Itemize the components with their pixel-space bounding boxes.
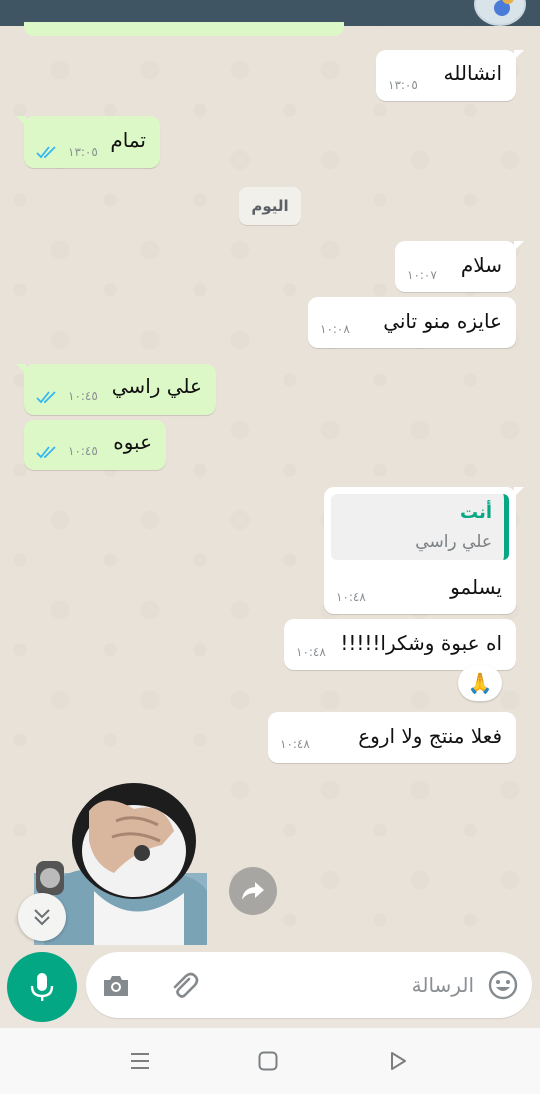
message-time: ١٠:٤٥ [68, 444, 98, 458]
voice-record-button[interactable] [7, 952, 77, 1022]
quote-author: أنت [460, 502, 492, 523]
message-incoming[interactable]: اه عبوة وشكرا!!!!! ١٠:٤٨ [284, 619, 516, 670]
camera-icon [104, 976, 128, 996]
message-time: ١٠:٤٨ [280, 737, 310, 751]
message-incoming[interactable]: فعلا منتج ولا اروع ١٠:٤٨ [268, 712, 516, 763]
home-icon [258, 1051, 278, 1071]
message-time: ١٠:٤٥ [68, 389, 98, 403]
message-time: ١٠:٠٨ [320, 322, 350, 336]
back-button[interactable] [384, 1048, 412, 1074]
message-input[interactable] [274, 966, 474, 1004]
paperclip-icon [173, 972, 199, 998]
message-reaction[interactable]: 🙏 [458, 665, 502, 701]
message-incoming[interactable]: عايزه منو تاني ١٠:٠٨ [308, 297, 516, 348]
message-time: ١٠:٤٨ [296, 645, 326, 659]
message-time: ١٣:٠٥ [388, 78, 418, 92]
scroll-down-button[interactable] [18, 893, 66, 941]
emoji-button[interactable] [486, 968, 520, 1002]
quote-text: علي راسي [415, 532, 492, 552]
home-button[interactable] [254, 1048, 282, 1074]
message-text: سلام [460, 253, 502, 277]
message-text: اه عبوة وشكرا!!!!! [340, 631, 502, 655]
message-time: ١٣:٠٥ [68, 145, 98, 159]
message-text: علي راسي [111, 374, 202, 398]
read-ticks-icon [36, 446, 56, 459]
previous-message-bubble [24, 22, 344, 36]
message-outgoing[interactable]: تمام ١٣:٠٥ [16, 116, 160, 168]
message-incoming[interactable]: انشالله ١٣:٠٥ [376, 50, 524, 101]
attach-button[interactable] [166, 968, 202, 1004]
message-text: عايزه منو تاني [383, 309, 502, 333]
message-composer [86, 952, 532, 1018]
message-time: ١٠:٤٨ [336, 590, 366, 604]
system-navigation-bar [0, 1028, 540, 1094]
read-ticks-icon [36, 146, 56, 159]
message-time: ١٠:٠٧ [407, 268, 437, 282]
message-incoming-reply[interactable]: أنت علي راسي يسلمو ١٠:٤٨ [324, 487, 524, 614]
message-outgoing[interactable]: عبوه ١٠:٤٥ [24, 420, 166, 470]
message-text: تمام [110, 128, 146, 152]
recents-icon [131, 1053, 149, 1069]
recents-button[interactable] [126, 1048, 154, 1074]
quoted-message[interactable]: أنت علي راسي [331, 494, 509, 560]
message-text: عبوه [113, 430, 152, 454]
message-text: انشالله [443, 61, 503, 85]
read-ticks-icon [36, 391, 56, 404]
message-text: فعلا منتج ولا اروع [358, 724, 502, 748]
message-text: يسلمو [450, 575, 502, 599]
message-incoming[interactable]: سلام ١٠:٠٧ [395, 241, 524, 292]
forward-button[interactable] [229, 867, 277, 915]
emoji-icon [488, 970, 518, 1000]
forward-icon [242, 882, 264, 900]
camera-button[interactable] [98, 968, 134, 1004]
back-icon [391, 1052, 406, 1070]
double-chevron-down-icon [34, 909, 50, 926]
day-divider: اليوم [239, 187, 301, 225]
mic-icon [30, 973, 54, 1001]
message-outgoing[interactable]: علي راسي ١٠:٤٥ [16, 364, 216, 415]
